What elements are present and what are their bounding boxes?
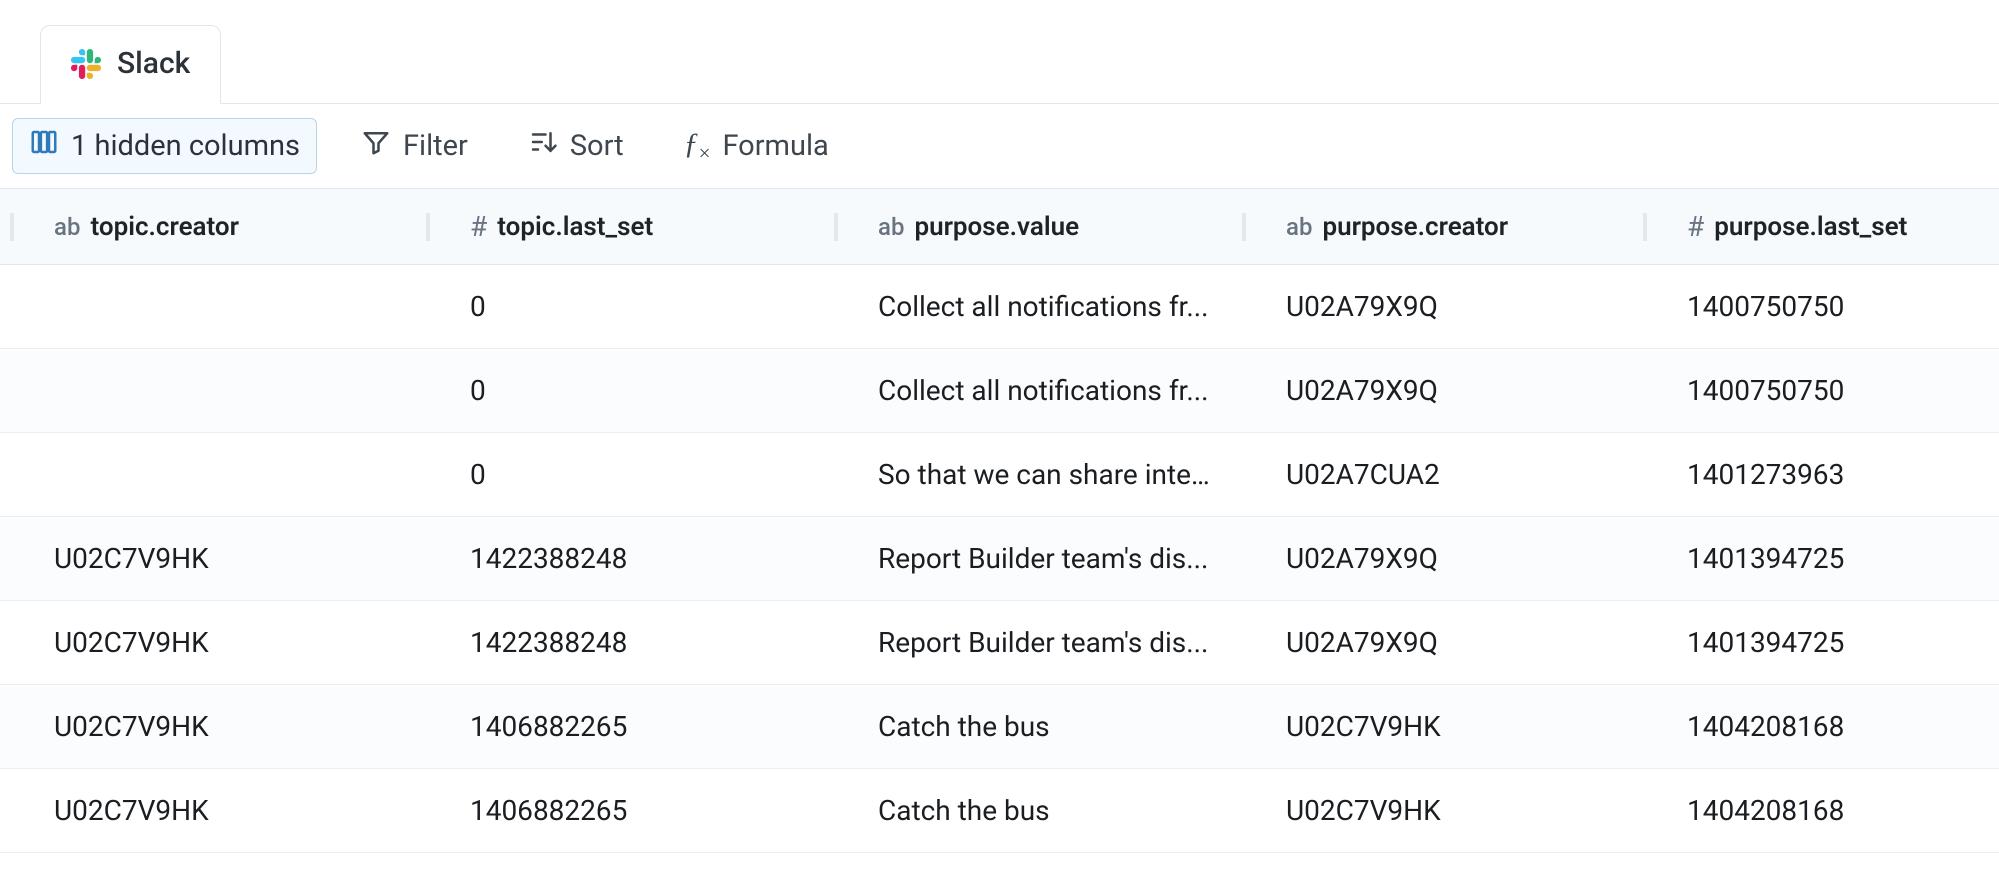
cell-purpose-value[interactable]: So that we can share inte...	[824, 458, 1232, 491]
column-grip-icon[interactable]	[1643, 213, 1647, 241]
column-grip-icon[interactable]	[426, 213, 430, 241]
table-row[interactable]: U02C7V9HK1406882265Catch the busU02C7V9H…	[0, 685, 1999, 769]
column-grip-icon[interactable]	[10, 213, 14, 241]
text-type-icon: ab	[1286, 213, 1312, 241]
table-row[interactable]: U02C7V9HK1422388248Report Builder team's…	[0, 601, 1999, 685]
column-label: purpose.value	[914, 212, 1079, 242]
cell-purpose-creator[interactable]: U02A79X9Q	[1232, 374, 1633, 407]
table-row[interactable]: 0Collect all notifications fr...U02A79X9…	[0, 265, 1999, 349]
slack-icon	[71, 49, 101, 79]
cell-purpose-creator[interactable]: U02A79X9Q	[1232, 290, 1633, 323]
cell-topic-creator[interactable]: U02C7V9HK	[0, 710, 416, 743]
cell-topic-creator[interactable]: U02C7V9HK	[0, 794, 416, 827]
cell-purpose-value[interactable]: Collect all notifications fr...	[824, 374, 1232, 407]
number-type-icon: #	[1687, 210, 1704, 243]
cell-purpose-value[interactable]: Report Builder team's dis...	[824, 542, 1232, 575]
cell-purpose-last-set[interactable]: 1401273963	[1633, 458, 1999, 491]
cell-purpose-value[interactable]: Report Builder team's dis...	[824, 626, 1232, 659]
column-label: topic.last_set	[497, 212, 653, 242]
cell-topic-last-set[interactable]: 0	[416, 458, 824, 491]
tab-slack[interactable]: Slack	[40, 25, 221, 104]
filter-label: Filter	[403, 129, 468, 163]
hidden-columns-label: 1 hidden columns	[71, 129, 300, 163]
sort-icon	[528, 127, 558, 165]
table-body: 0Collect all notifications fr...U02A79X9…	[0, 265, 1999, 853]
table-header: ab topic.creator # topic.last_set ab pur…	[0, 189, 1999, 265]
cell-purpose-last-set[interactable]: 1404208168	[1633, 794, 1999, 827]
column-header-purpose-value[interactable]: ab purpose.value	[824, 189, 1232, 264]
sort-label: Sort	[570, 129, 624, 163]
tab-bar: Slack	[0, 0, 1999, 104]
cell-purpose-last-set[interactable]: 1401394725	[1633, 542, 1999, 575]
column-header-topic-last-set[interactable]: # topic.last_set	[416, 189, 824, 264]
filter-button[interactable]: Filter	[345, 119, 484, 173]
column-header-purpose-last-set[interactable]: # purpose.last_set	[1633, 189, 1999, 264]
table-row[interactable]: U02C7V9HK1406882265Catch the busU02C7V9H…	[0, 769, 1999, 853]
cell-purpose-creator[interactable]: U02A79X9Q	[1232, 626, 1633, 659]
cell-topic-last-set[interactable]: 0	[416, 374, 824, 407]
number-type-icon: #	[470, 210, 487, 243]
table-row[interactable]: U02C7V9HK1422388248Report Builder team's…	[0, 517, 1999, 601]
cell-topic-creator[interactable]: U02C7V9HK	[0, 626, 416, 659]
table-row[interactable]: 0Collect all notifications fr...U02A79X9…	[0, 349, 1999, 433]
data-table: ab topic.creator # topic.last_set ab pur…	[0, 189, 1999, 853]
column-label: topic.creator	[90, 212, 239, 242]
sort-button[interactable]: Sort	[512, 119, 640, 173]
column-header-purpose-creator[interactable]: ab purpose.creator	[1232, 189, 1633, 264]
columns-icon	[29, 127, 59, 165]
column-label: purpose.last_set	[1714, 212, 1907, 242]
cell-purpose-value[interactable]: Catch the bus	[824, 794, 1232, 827]
column-grip-icon[interactable]	[1242, 213, 1246, 241]
cell-purpose-creator[interactable]: U02C7V9HK	[1232, 794, 1633, 827]
cell-purpose-creator[interactable]: U02C7V9HK	[1232, 710, 1633, 743]
formula-label: Formula	[722, 129, 828, 163]
hidden-columns-button[interactable]: 1 hidden columns	[12, 118, 317, 174]
cell-purpose-creator[interactable]: U02A79X9Q	[1232, 542, 1633, 575]
cell-topic-last-set[interactable]: 1422388248	[416, 542, 824, 575]
tab-label: Slack	[117, 46, 190, 81]
formula-button[interactable]: ƒ× Formula	[668, 119, 845, 174]
cell-purpose-value[interactable]: Catch the bus	[824, 710, 1232, 743]
cell-topic-last-set[interactable]: 1422388248	[416, 626, 824, 659]
text-type-icon: ab	[878, 213, 904, 241]
table-row[interactable]: 0So that we can share inte...U02A7CUA214…	[0, 433, 1999, 517]
filter-icon	[361, 127, 391, 165]
cell-purpose-last-set[interactable]: 1400750750	[1633, 374, 1999, 407]
column-label: purpose.creator	[1322, 212, 1508, 242]
toolbar: 1 hidden columns Filter Sort ƒ× Formula	[0, 104, 1999, 189]
cell-purpose-last-set[interactable]: 1400750750	[1633, 290, 1999, 323]
cell-topic-last-set[interactable]: 1406882265	[416, 710, 824, 743]
cell-purpose-creator[interactable]: U02A7CUA2	[1232, 458, 1633, 491]
column-grip-icon[interactable]	[834, 213, 838, 241]
column-header-topic-creator[interactable]: ab topic.creator	[0, 189, 416, 264]
cell-topic-creator[interactable]: U02C7V9HK	[0, 542, 416, 575]
cell-purpose-last-set[interactable]: 1404208168	[1633, 710, 1999, 743]
cell-purpose-last-set[interactable]: 1401394725	[1633, 626, 1999, 659]
cell-topic-last-set[interactable]: 0	[416, 290, 824, 323]
formula-icon: ƒ×	[684, 127, 711, 166]
cell-topic-last-set[interactable]: 1406882265	[416, 794, 824, 827]
text-type-icon: ab	[54, 213, 80, 241]
cell-purpose-value[interactable]: Collect all notifications fr...	[824, 290, 1232, 323]
